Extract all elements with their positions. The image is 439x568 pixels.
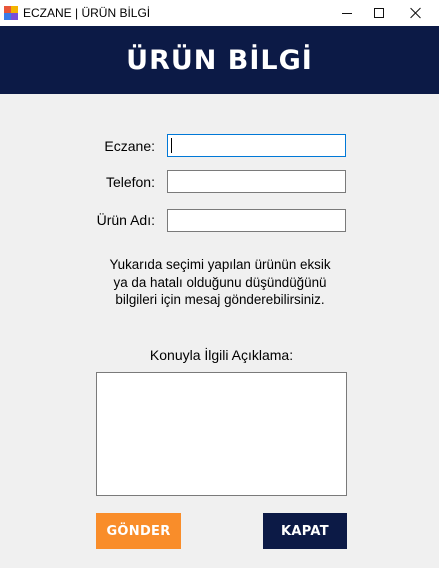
- close-icon: [410, 7, 422, 19]
- kapat-button[interactable]: KAPAT: [263, 513, 347, 549]
- eczane-label: Eczane:: [104, 138, 155, 154]
- minimize-icon: [342, 12, 352, 14]
- title-bar: ECZANE | ÜRÜN BİLGİ: [0, 0, 439, 26]
- page-title: ÜRÜN BİLGİ: [126, 44, 313, 76]
- telefon-label: Telefon:: [105, 174, 155, 190]
- urun-adi-label: Ürün Adı:: [96, 212, 155, 228]
- info-line: bilgileri için mesaj gönderebilirsiniz.: [115, 292, 325, 307]
- maximize-icon: [374, 8, 384, 18]
- aciklama-textarea[interactable]: [96, 372, 347, 496]
- close-window-button[interactable]: [393, 0, 439, 26]
- eczane-input[interactable]: [167, 134, 346, 157]
- gonder-button[interactable]: GÖNDER: [96, 513, 181, 549]
- aciklama-label: Konuyla İlgili Açıklama:: [149, 347, 294, 363]
- telefon-input[interactable]: [167, 170, 346, 193]
- window-title: ECZANE | ÜRÜN BİLGİ: [23, 6, 151, 20]
- text-cursor: [171, 138, 172, 153]
- info-line: ya da hatalı olduğunu düşündüğünü: [113, 274, 327, 290]
- urun-adi-input[interactable]: [167, 209, 346, 232]
- info-line: Yukarıda seçimi yapılan ürünün eksik: [109, 257, 331, 272]
- info-text: Yukarıda seçimi yapılan ürünün eksik ya …: [100, 256, 340, 309]
- header-banner: ÜRÜN BİLGİ: [0, 26, 439, 94]
- app-icon: [4, 6, 18, 20]
